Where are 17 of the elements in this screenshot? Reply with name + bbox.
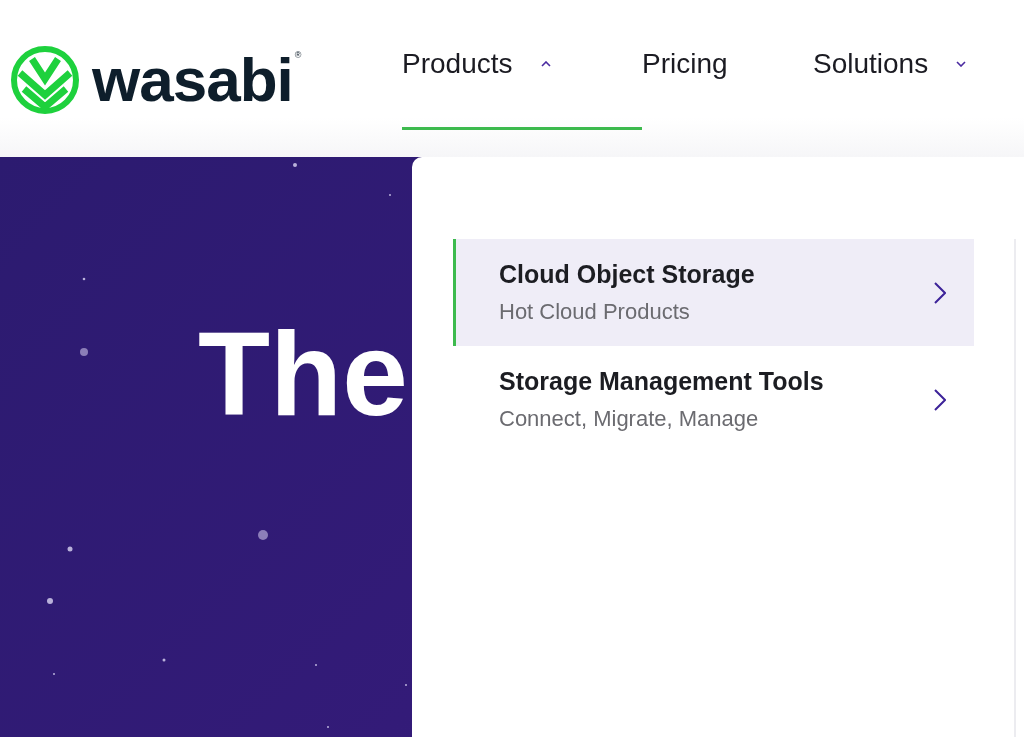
trademark-mark: ® <box>294 50 302 60</box>
menu-item[interactable]: Storage Management Tools Connect, Migrate, Manage <box>453 346 974 453</box>
nav-tab[interactable]: Products <box>402 0 642 130</box>
nav-tab[interactable]: Solutions <box>813 0 1013 130</box>
brand-name: wasabi <box>92 49 293 111</box>
menu-item-subtitle: Connect, Migrate, Manage <box>499 406 760 432</box>
menu-item-title: Cloud Object Storage <box>499 260 755 289</box>
menu-item-subtitle: Hot Cloud Products <box>499 299 691 325</box>
chevron-right-icon <box>934 388 946 411</box>
caret-up-icon <box>540 60 551 67</box>
caret-down-icon <box>956 60 967 67</box>
logo-icon <box>10 45 80 115</box>
chevron-right-icon <box>934 281 946 304</box>
menu-item[interactable]: Cloud Object Storage Hot Cloud Products <box>453 239 974 346</box>
nav-tab[interactable]: Pricing <box>642 0 813 130</box>
hero-heading: The <box>198 315 408 433</box>
menu-item-title: Storage Management Tools <box>499 367 824 396</box>
